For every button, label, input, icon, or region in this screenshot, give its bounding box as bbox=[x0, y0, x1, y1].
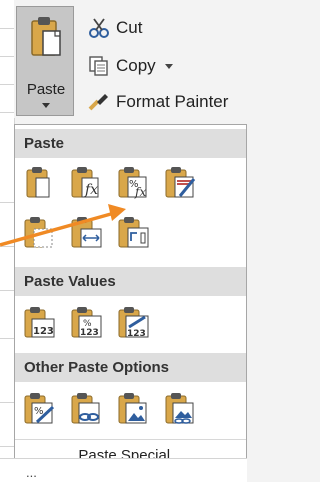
cell-text-partial: ... bbox=[26, 465, 37, 480]
worksheet-grid-bottom: ... bbox=[0, 458, 247, 482]
annotation-arrow-icon bbox=[0, 204, 126, 247]
